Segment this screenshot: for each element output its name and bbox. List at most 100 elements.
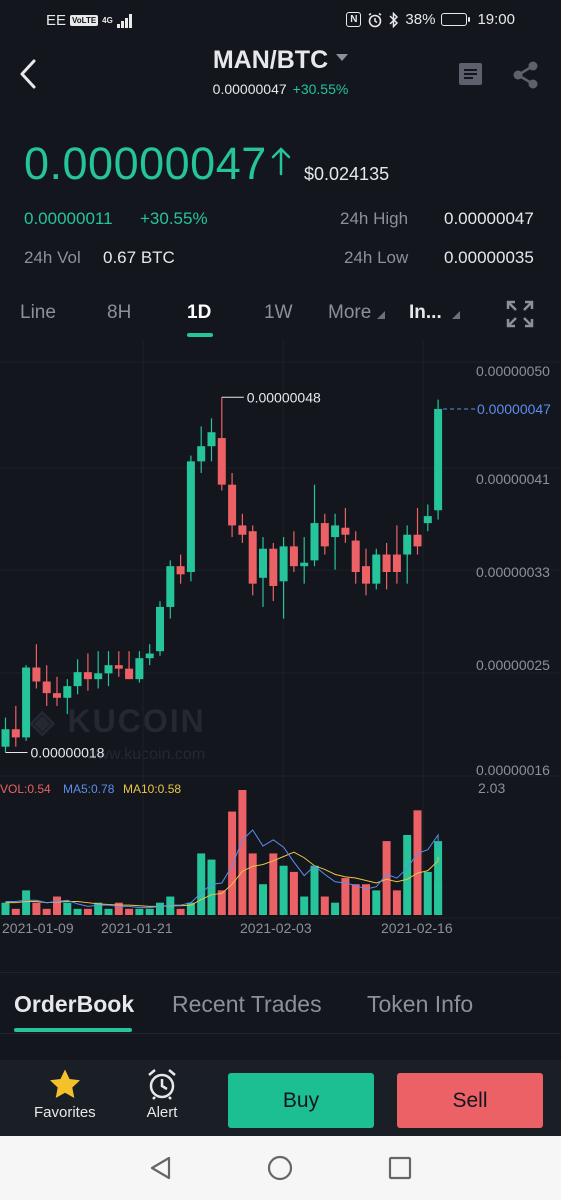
share-icon[interactable]: [511, 60, 541, 90]
volume-bar: [207, 859, 216, 915]
volume-bar: [331, 902, 340, 915]
volume-bar: [248, 853, 257, 915]
alert-button[interactable]: Alert: [145, 1068, 179, 1121]
volume-bar: [135, 908, 144, 915]
tab-8h[interactable]: 8H: [107, 302, 131, 324]
battery-icon: [441, 13, 471, 26]
status-left: EE VoLTE 4G: [46, 12, 132, 29]
tab-indicators[interactable]: In...: [409, 302, 460, 324]
status-right: N 38% 19:00: [346, 11, 515, 28]
x-axis-tick-label: 2021-01-09: [2, 920, 74, 936]
tab-token-info[interactable]: Token Info: [367, 991, 473, 1018]
x-axis-tick-label: 2021-01-21: [101, 920, 173, 936]
candle-body: [32, 667, 41, 682]
sell-button[interactable]: Sell: [397, 1073, 543, 1128]
tab-recent-trades[interactable]: Recent Trades: [172, 991, 322, 1018]
vol-value: 0.67 BTC: [103, 248, 175, 268]
y-axis-tick-label: 0.00000041: [476, 471, 550, 487]
candle-body: [434, 408, 443, 511]
nav-back-icon[interactable]: [148, 1155, 174, 1181]
candlestick-chart[interactable]: 0.00000047 0.00000048 0.00000018 0.00000050…: [0, 340, 561, 940]
status-bar: EE VoLTE 4G N 38% 19:00: [0, 0, 561, 42]
favorites-button[interactable]: Favorites: [34, 1068, 96, 1121]
candle-body: [11, 729, 20, 738]
volume-bar: [228, 811, 237, 915]
volume-bar: [73, 908, 82, 915]
candle-body: [320, 523, 329, 547]
volume-bar: [423, 871, 432, 915]
action-bar: Favorites Alert Buy Sell: [0, 1060, 561, 1136]
tab-indicators-label: In...: [409, 302, 442, 323]
candle-body: [83, 672, 92, 680]
volume-bar: [269, 853, 278, 915]
candle-body: [351, 540, 360, 572]
volume-bar: [259, 884, 267, 915]
volume-bar: [22, 890, 31, 915]
chevron-down-icon: [336, 53, 349, 61]
candle-body: [331, 525, 340, 538]
vol-label: 24h Vol: [24, 248, 81, 267]
tab-orderbook[interactable]: OrderBook: [14, 991, 134, 1018]
candle-body: [1, 729, 10, 747]
candle-body: [197, 446, 206, 462]
y-axis-tick-label: 0.00000025: [476, 657, 550, 673]
chart-area[interactable]: ◈ KUCOIN www.kucoin.com 0.00000047 0.0000…: [0, 340, 561, 940]
document-icon[interactable]: [458, 62, 483, 86]
volume-legend-vol: VOL:0.54: [0, 782, 51, 796]
volume-bar: [176, 908, 185, 915]
candle-body: [300, 562, 309, 567]
volume-bar: [300, 896, 309, 915]
volume-bar: [53, 896, 61, 915]
last-price: 0.00000047: [24, 138, 267, 189]
low-label: 24h Low: [344, 248, 409, 267]
nav-home-icon[interactable]: [267, 1155, 293, 1181]
candle-body: [63, 686, 72, 698]
nav-recents-icon[interactable]: [387, 1155, 413, 1181]
alarm-clock-icon: [148, 1069, 176, 1100]
candle-body: [217, 438, 226, 485]
volume-bar: [403, 834, 412, 915]
volume-bar: [145, 908, 154, 915]
dropdown-corner-icon: [377, 311, 386, 319]
candle-body: [73, 672, 82, 687]
volume-bar: [83, 908, 92, 915]
candle-body: [259, 548, 267, 578]
timeframe-tabs: Line 8H 1D 1W More In...: [0, 296, 561, 340]
candle-body: [392, 554, 401, 572]
candle-body: [248, 531, 257, 584]
carrier-label: EE: [46, 12, 67, 29]
active-tab-underline: [187, 333, 213, 337]
candle-body: [94, 673, 103, 680]
volume-bar: [63, 902, 72, 915]
system-nav-bar: [0, 1136, 561, 1200]
change-pct: +30.55%: [140, 209, 208, 228]
volume-legend-ma5: MA5:0.78: [63, 782, 115, 796]
dropdown-corner-icon: [451, 311, 460, 319]
buy-button[interactable]: Buy: [228, 1073, 374, 1128]
candle-body: [238, 525, 247, 535]
volume-bar: [197, 853, 206, 915]
tab-1w[interactable]: 1W: [264, 302, 293, 324]
y-axis-tick-label: 0.00000016: [476, 762, 550, 778]
battery-percent: 38%: [405, 11, 436, 28]
volume-bar: [289, 871, 298, 915]
high-value: 0.00000047: [444, 209, 534, 228]
candle-body: [207, 432, 216, 447]
candle-body: [135, 658, 144, 680]
candle-body: [53, 693, 61, 698]
alert-label: Alert: [146, 1104, 178, 1121]
high-label: 24h High: [340, 209, 409, 228]
tab-1d[interactable]: 1D: [187, 302, 211, 324]
change-abs: 0.00000011: [24, 209, 113, 228]
volume-bar: [42, 908, 51, 915]
candle-body: [341, 527, 350, 535]
tab-more[interactable]: More: [328, 302, 386, 324]
tab-line[interactable]: Line: [20, 302, 56, 324]
candle-body: [104, 665, 113, 674]
fullscreen-icon[interactable]: [506, 300, 534, 328]
vol-number: 0.67: [103, 248, 137, 267]
volume-legend-ma10: MA10:0.58: [123, 782, 181, 796]
alarm-icon: [368, 12, 382, 27]
low-value: 0.00000035: [444, 248, 534, 267]
header-price: 0.00000047: [212, 81, 287, 97]
